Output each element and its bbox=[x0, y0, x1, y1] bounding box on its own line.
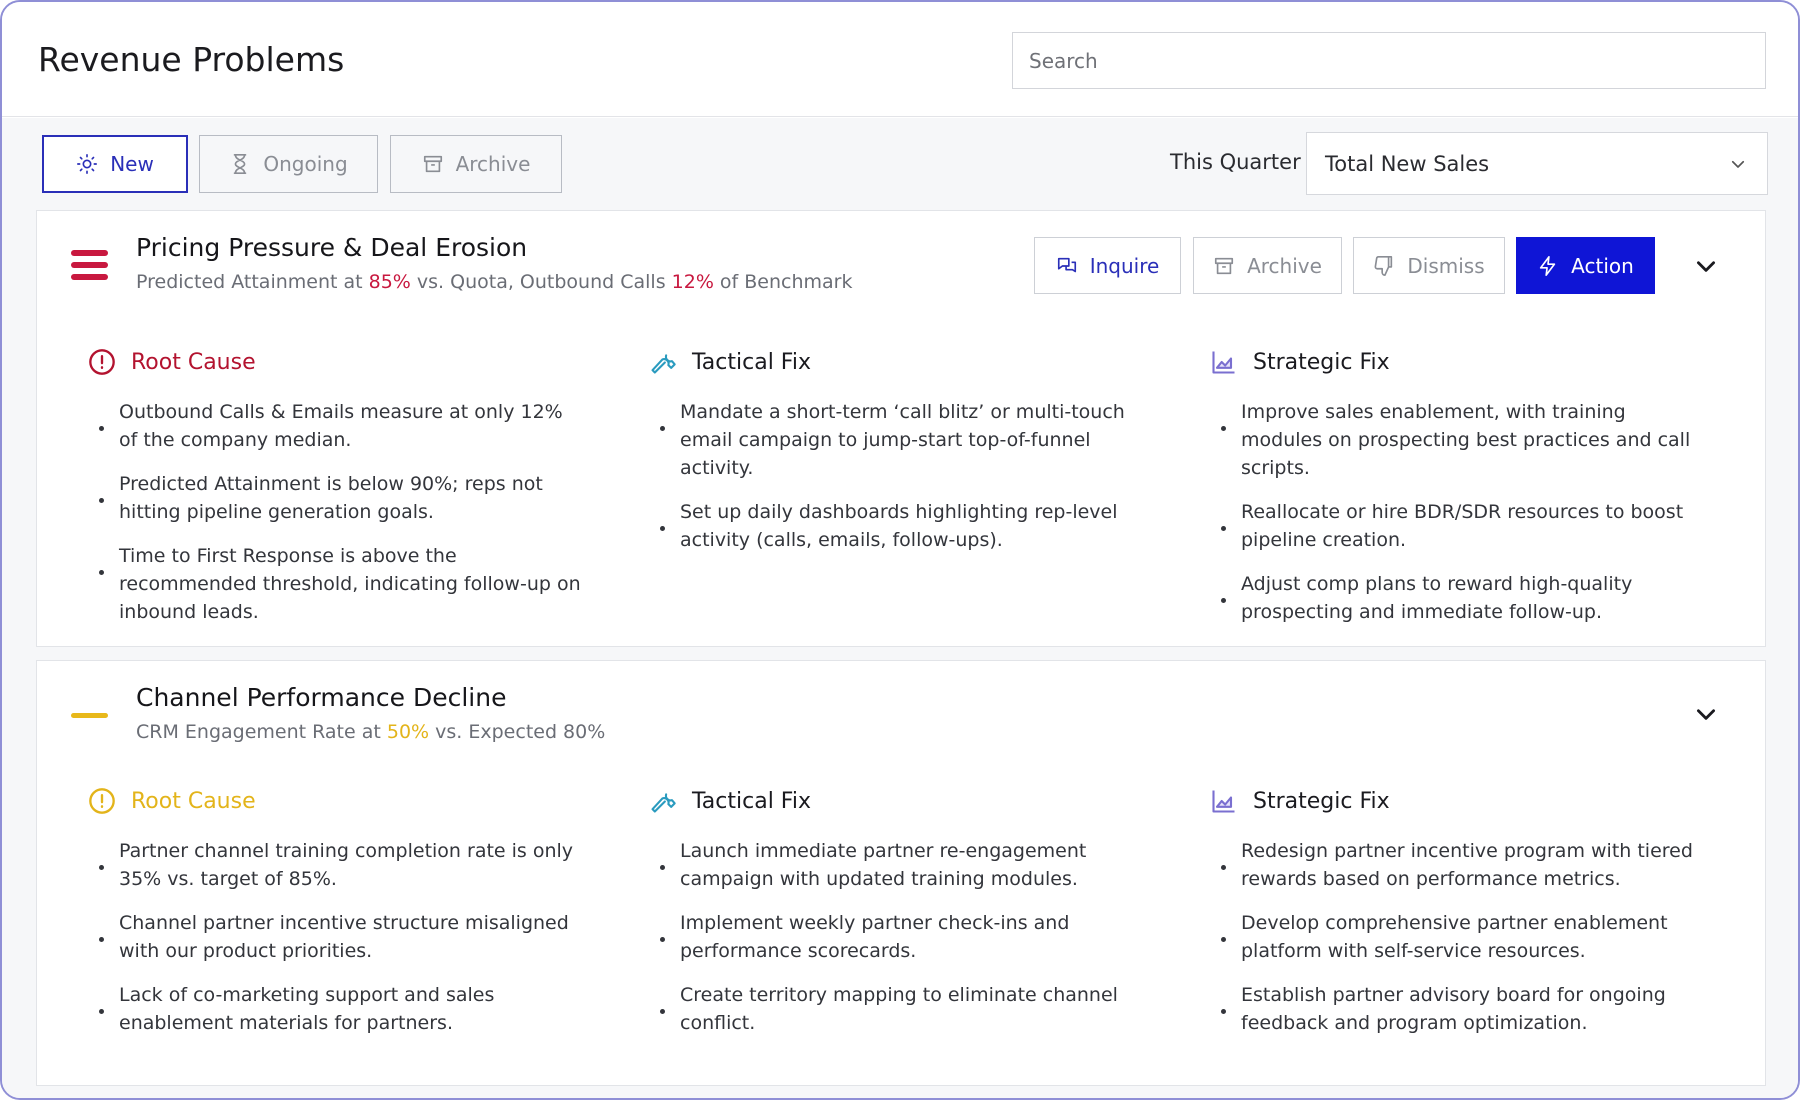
alert-circle-icon bbox=[87, 347, 117, 377]
area-chart-icon bbox=[1209, 347, 1239, 377]
outbound-calls-value: 12% bbox=[671, 271, 714, 293]
tab-ongoing[interactable]: Ongoing bbox=[199, 135, 378, 193]
list-item: Redesign partner incentive program with … bbox=[1209, 837, 1709, 893]
tab-archive[interactable]: Archive bbox=[390, 135, 562, 193]
strategic-fix-section: Strategic Fix Redesign partner incentive… bbox=[1209, 783, 1729, 1053]
tab-label: New bbox=[110, 152, 154, 176]
tactical-fix-section: Tactical Fix Mandate a short-term ‘call … bbox=[648, 344, 1168, 570]
problem-summary: CRM Engagement Rate at 50% vs. Expected … bbox=[136, 721, 606, 743]
wrench-icon bbox=[648, 786, 678, 816]
list-item: Time to First Response is above the reco… bbox=[87, 542, 587, 626]
list-item: Create territory mapping to eliminate ch… bbox=[648, 981, 1148, 1037]
list-item: Implement weekly partner check-ins and p… bbox=[648, 909, 1148, 965]
root-cause-section: Root Cause Outbound Calls & Emails measu… bbox=[87, 344, 607, 642]
chevron-down-icon[interactable] bbox=[1693, 253, 1719, 279]
archive-icon bbox=[1215, 257, 1234, 274]
page-title: Revenue Problems bbox=[38, 40, 345, 79]
chat-bubbles-icon bbox=[1057, 257, 1076, 272]
list-item: Partner channel training completion rate… bbox=[87, 837, 587, 893]
hourglass-icon bbox=[234, 154, 247, 174]
list-item: Predicted Attainment is below 90%; reps … bbox=[87, 470, 587, 526]
engagement-rate-value: 50% bbox=[386, 721, 430, 743]
attainment-value: 85% bbox=[368, 271, 411, 293]
wrench-icon bbox=[648, 347, 678, 377]
problem-summary: Predicted Attainment at 85% vs. Quota, O… bbox=[136, 271, 853, 293]
search-input[interactable] bbox=[1012, 32, 1766, 89]
app-window: Revenue Problems New Ongoing Archive bbox=[0, 0, 1800, 1100]
area-chart-icon bbox=[1209, 786, 1239, 816]
alert-circle-icon bbox=[87, 786, 117, 816]
list-item: Set up daily dashboards highlighting rep… bbox=[648, 498, 1148, 554]
strategic-fix-section: Strategic Fix Improve sales enablement, … bbox=[1209, 344, 1729, 642]
list-item: Channel partner incentive structure misa… bbox=[87, 909, 587, 965]
root-cause-title: Root Cause bbox=[131, 788, 256, 814]
strategic-fix-title: Strategic Fix bbox=[1253, 349, 1390, 375]
list-item: Establish partner advisory board for ong… bbox=[1209, 981, 1709, 1037]
problem-card: Channel Performance Decline CRM Engageme… bbox=[36, 660, 1766, 1086]
metric-select[interactable]: Total New Sales bbox=[1306, 132, 1768, 195]
archive-button[interactable]: Archive bbox=[1193, 237, 1342, 294]
archive-icon bbox=[423, 155, 442, 173]
severity-medium-icon bbox=[71, 713, 108, 718]
problem-title: Pricing Pressure & Deal Erosion bbox=[136, 233, 528, 262]
list-item: Outbound Calls & Emails measure at only … bbox=[87, 398, 587, 454]
header: Revenue Problems bbox=[2, 2, 1798, 117]
list-item: Improve sales enablement, with training … bbox=[1209, 398, 1709, 482]
root-cause-section: Root Cause Partner channel training comp… bbox=[87, 783, 607, 1053]
tactical-fix-title: Tactical Fix bbox=[692, 349, 811, 375]
problem-title: Channel Performance Decline bbox=[136, 683, 507, 712]
action-button[interactable]: Action bbox=[1516, 237, 1655, 294]
list-item: Develop comprehensive partner enablement… bbox=[1209, 909, 1709, 965]
lightning-icon bbox=[1540, 255, 1556, 276]
period-label: This Quarter bbox=[1170, 150, 1301, 174]
inquire-button[interactable]: Inquire bbox=[1034, 237, 1181, 294]
tab-new[interactable]: New bbox=[42, 135, 188, 193]
chevron-down-icon bbox=[1731, 160, 1745, 168]
list-item: Reallocate or hire BDR/SDR resources to … bbox=[1209, 498, 1709, 554]
list-item: Launch immediate partner re-engagement c… bbox=[648, 837, 1148, 893]
problem-card: Pricing Pressure & Deal Erosion Predicte… bbox=[36, 210, 1766, 647]
root-cause-title: Root Cause bbox=[131, 349, 256, 375]
tab-label: Archive bbox=[455, 152, 531, 176]
list-item: Mandate a short-term ‘call blitz’ or mul… bbox=[648, 398, 1148, 482]
dismiss-button[interactable]: Dismiss bbox=[1353, 237, 1505, 294]
chevron-down-icon[interactable] bbox=[1693, 701, 1719, 727]
list-item: Adjust comp plans to reward high-quality… bbox=[1209, 570, 1709, 626]
tab-label: Ongoing bbox=[263, 152, 348, 176]
tactical-fix-section: Tactical Fix Launch immediate partner re… bbox=[648, 783, 1168, 1053]
metric-select-value: Total New Sales bbox=[1325, 151, 1490, 176]
tactical-fix-title: Tactical Fix bbox=[692, 788, 811, 814]
severity-high-icon bbox=[71, 250, 108, 286]
strategic-fix-title: Strategic Fix bbox=[1253, 788, 1390, 814]
thumbs-down-icon bbox=[1374, 255, 1393, 276]
sun-icon bbox=[77, 154, 98, 174]
list-item: Lack of co-marketing support and sales e… bbox=[87, 981, 587, 1037]
